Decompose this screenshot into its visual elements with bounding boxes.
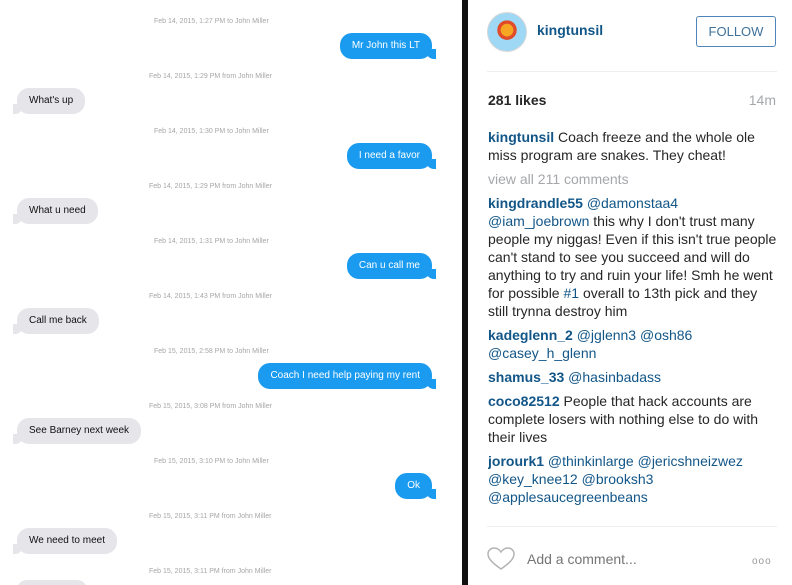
comment-item: kingdrandle55 @damonstaa4 @iam_joebrown … [488, 194, 780, 320]
timestamp: Feb 14, 2015, 1:31 PM to John Miller [154, 238, 269, 245]
message-bubble-received: See Barney next week [12, 418, 142, 444]
avatar[interactable] [487, 12, 527, 52]
comments-list[interactable]: kingtunsil Coach freeze and the whole ol… [488, 128, 780, 525]
message-bubble-sent: Can u call me [346, 253, 437, 279]
timestamp: Feb 14, 2015, 1:29 PM from John Miller [149, 183, 272, 190]
comment-mention-link[interactable]: @hasinbadass [568, 369, 661, 385]
comment-item: coco82512 People that hack accounts are … [488, 392, 780, 446]
more-options-icon[interactable]: ooo [752, 556, 772, 567]
timestamp: Feb 14, 2015, 1:30 PM to John Miller [154, 128, 269, 135]
comment-username[interactable]: kadeglenn_2 [488, 327, 573, 343]
comment-mention-link[interactable]: @osh86 [640, 327, 692, 343]
timestamp: Feb 15, 2015, 3:08 PM from John Miller [149, 403, 272, 410]
divider [487, 71, 777, 72]
timestamp: Feb 15, 2015, 3:11 PM from John Miller [149, 513, 272, 520]
comment-mention-link[interactable]: @jericshneizwez [638, 453, 743, 469]
add-comment-input[interactable] [527, 551, 717, 567]
comment-username[interactable]: jorourk1 [488, 453, 544, 469]
message-bubble-received: Call me back [13, 308, 99, 334]
message-bubble-received: What's up [12, 88, 86, 114]
timestamp: Feb 15, 2015, 2:58 PM to John Miller [154, 348, 269, 355]
comment-mention-link[interactable]: @iam_joebrown [488, 213, 589, 229]
comment-mention-link[interactable]: @applesaucegreenbeans [488, 489, 648, 505]
heart-icon[interactable] [487, 547, 515, 571]
comment-mention-link[interactable]: #1 [563, 285, 579, 301]
message-bubble-sent: Mr John this LT [339, 33, 437, 59]
comment-mention-link[interactable]: @jglenn3 [577, 327, 636, 343]
timestamp: Feb 15, 2015, 3:11 PM from John Miller [149, 568, 272, 575]
message-bubble-sent: Ok [395, 473, 436, 499]
timestamp: Feb 14, 2015, 1:29 PM from John Miller [149, 73, 272, 80]
follow-button[interactable]: FOLLOW [696, 16, 776, 47]
instagram-post-panel: kingtunsil FOLLOW 281 likes 14m kingtuns… [468, 0, 792, 585]
timestamp: Feb 14, 2015, 1:43 PM from John Miller [149, 293, 272, 300]
timestamp: Feb 14, 2015, 1:27 PM to John Miller [154, 18, 269, 25]
message-thread: Feb 14, 2015, 1:27 PM to John Miller Mr … [0, 0, 462, 585]
message-bubble-sent: I need a favor [346, 143, 437, 169]
comment-username[interactable]: coco82512 [488, 393, 560, 409]
likes-count[interactable]: 281 likes [488, 92, 546, 108]
post-timestamp[interactable]: 14m [749, 92, 776, 108]
message-bubble-sent: Coach I need help paying my rent [258, 363, 436, 389]
comment-mention-link[interactable]: @key_knee12 [488, 471, 578, 487]
post-username[interactable]: kingtunsil [537, 22, 603, 38]
comment-item: jorourk1 @thinkinlarge @jericshneizwez @… [488, 452, 780, 506]
message-bubble-received: We need to meet [13, 528, 117, 554]
comment-mention-link[interactable]: @brooksh3 [582, 471, 654, 487]
divider [487, 526, 777, 527]
timestamp: Feb 15, 2015, 3:10 PM to John Miller [154, 458, 269, 465]
message-bubble-received-partial [17, 580, 87, 585]
message-bubble-received: What u need [13, 198, 98, 224]
comment-mention-link[interactable]: @thinkinlarge [548, 453, 634, 469]
caption: kingtunsil Coach freeze and the whole ol… [488, 128, 780, 164]
caption-username[interactable]: kingtunsil [488, 129, 554, 145]
view-all-comments-link[interactable]: view all 211 comments [488, 170, 780, 188]
comment-mention-link[interactable]: @damonstaa4 [587, 195, 678, 211]
comment-item: shamus_33 @hasinbadass [488, 368, 780, 386]
comment-item: kadeglenn_2 @jglenn3 @osh86 @casey_h_gle… [488, 326, 780, 362]
comment-mention-link[interactable]: @casey_h_glenn [488, 345, 596, 361]
comment-username[interactable]: shamus_33 [488, 369, 564, 385]
comment-username[interactable]: kingdrandle55 [488, 195, 583, 211]
